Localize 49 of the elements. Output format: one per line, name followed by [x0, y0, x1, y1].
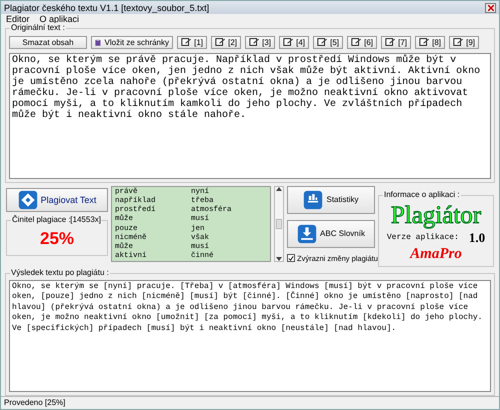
original-text-field[interactable]: Okno, se kterým se právě pracuje. Například v prostředí Windows může být v pracovní ploše více oken, jen jedno z nich však může být aktivní. Aktivní okno je umístěno zcela nahoře (překrývá ostatní okna) a je odlišeno jinou barvou rámečku. Je-li v pracovní ploše více oken, je možno neaktivní okno aktivovat pomocí myši, a to kliknutím kamkoli do jeho plochy. Ve zvláštních případech může být i neaktivní okno stále nahoře. — [9, 52, 491, 179]
clear-button[interactable]: Smazat obsah — [9, 36, 87, 49]
slot-button[interactable]: [2] — [211, 36, 241, 49]
slot-button[interactable]: [9] — [449, 36, 479, 49]
author-name: AmaPro — [410, 246, 462, 263]
notepad-icon — [351, 37, 362, 48]
plagiate-count: [14553x] — [70, 214, 101, 224]
menu-item[interactable]: O aplikaci — [40, 14, 80, 24]
result-text-field[interactable]: Okno, se kterým se [nyní] pracuje. [Třeba] v [atmosféra] Windows [musí] být v pracovní ploše více oken, [pouze] jedno z nich [nicméně] [musí] být [činné]. [Činné] okno je umístěno [naprosto] [nad hlavou] (překrývá ostatní okna) a je odlišeno jinou barvou rámečku. Je-li v pracovní ploše více oken, je možno neaktivní okno [umožnit] [za pomocí] myši, a to kliknutím [kdekoli] do jeho plochy. Ve [specifických] případech [musí] být i neaktivní okno [neustále] [nad hlavou]. — [9, 280, 491, 392]
chart-icon — [303, 190, 324, 210]
notepad-icon — [385, 37, 396, 48]
slot-button[interactable]: [1] — [177, 36, 207, 49]
slot-button[interactable]: [4] — [279, 36, 309, 49]
scroll-down-icon — [276, 256, 282, 261]
plagiate-button[interactable]: Plagiovat Text — [6, 188, 108, 212]
notepad-icon — [215, 37, 226, 48]
status-text: Provedeno [25%] — [1, 396, 499, 409]
group-label: Originální text : — [10, 22, 66, 32]
group-label: Činitel plagiace : — [11, 214, 72, 224]
menu-item[interactable]: Editor — [6, 14, 30, 24]
notepad-icon — [181, 37, 192, 48]
scroll-up-icon — [276, 186, 282, 191]
dictionary-button[interactable]: ABC Slovník — [287, 220, 375, 248]
clipboard-icon — [95, 38, 102, 47]
slot-button[interactable]: [3] — [245, 36, 275, 49]
notepad-icon — [249, 37, 260, 48]
statistics-button[interactable]: Statistiky — [287, 186, 375, 214]
check-icon — [288, 254, 294, 262]
download-icon — [297, 224, 318, 244]
paste-button[interactable]: Vložit ze schránky — [91, 36, 173, 49]
notepad-icon — [317, 37, 328, 48]
slot-button[interactable]: [7] — [381, 36, 411, 49]
notepad-icon — [283, 37, 294, 48]
group-label: Výsledek textu po plagiátu : — [10, 268, 110, 277]
notepad-icon — [419, 37, 430, 48]
version-label: Verze aplikace: — [386, 233, 459, 242]
version-value: 1.0 — [468, 230, 486, 246]
slot-button[interactable]: [8] — [415, 36, 445, 49]
slot-button[interactable]: [6] — [347, 36, 377, 49]
window-title: Plagiator českého textu V1.1 [textovy_soubor_5.txt] — [4, 2, 210, 13]
scroll-thumb-icon — [276, 218, 282, 229]
slot-button[interactable]: [5] — [313, 36, 343, 49]
scrollbar[interactable] — [274, 186, 284, 262]
group-label: Informace o aplikaci : — [383, 190, 461, 199]
close-icon — [488, 4, 494, 11]
app-logo: Plagiátor — [390, 202, 482, 230]
notepad-icon — [453, 37, 464, 48]
plagiate-percent: 25% — [38, 228, 76, 249]
close-button[interactable] — [485, 2, 496, 13]
